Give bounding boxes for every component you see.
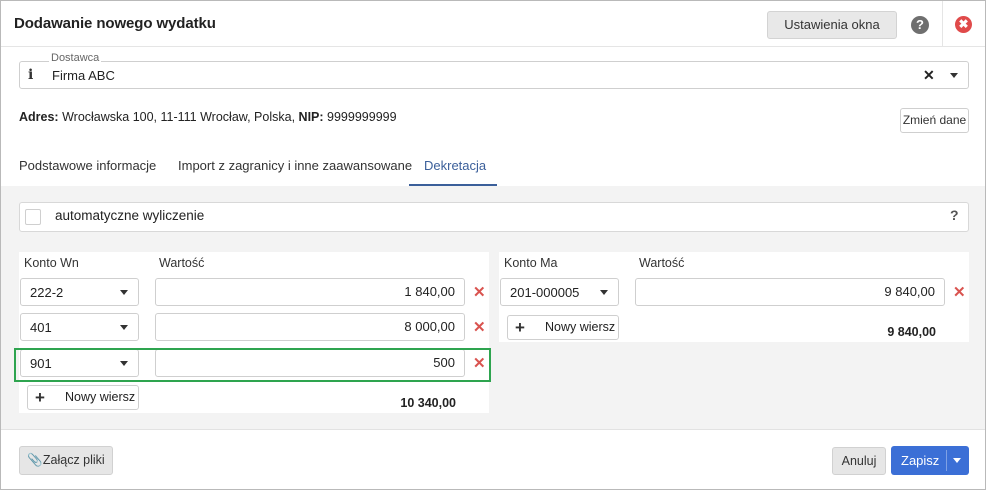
debit-account-header: Konto Wn bbox=[24, 256, 79, 270]
new-row-label: Nowy wiersz bbox=[545, 320, 616, 334]
expense-dialog: Dodawanie nowego wydatku Ustawienia okna… bbox=[0, 0, 986, 490]
credit-total: 9 840,00 bbox=[887, 325, 936, 339]
supplier-label: Dostawca bbox=[49, 52, 102, 64]
tab-basic-info[interactable]: Podstawowe informacje bbox=[19, 158, 156, 173]
chevron-down-icon bbox=[600, 290, 608, 295]
dialog-header: Dodawanie nowego wydatku Ustawienia okna… bbox=[1, 1, 985, 47]
dialog-title: Dodawanie nowego wydatku bbox=[14, 15, 216, 32]
nip-label: NIP: bbox=[298, 110, 324, 124]
address-label: Adres: bbox=[19, 110, 59, 124]
save-button[interactable]: Zapisz bbox=[891, 446, 969, 475]
tab-decretation[interactable]: Dekretacja bbox=[424, 158, 486, 173]
credit-account-header: Konto Ma bbox=[504, 256, 558, 270]
delete-row-icon[interactable]: ✕ bbox=[473, 318, 486, 336]
plus-icon: + bbox=[35, 388, 45, 407]
question-icon[interactable]: ? bbox=[950, 207, 959, 223]
debit-account-value: 401 bbox=[30, 320, 52, 335]
info-icon[interactable]: i bbox=[28, 67, 33, 83]
debit-account-select[interactable]: 401 bbox=[20, 313, 139, 341]
save-split-divider bbox=[946, 450, 947, 471]
auto-calc-label: automatyczne wyliczenie bbox=[55, 208, 205, 223]
auto-calc-checkbox[interactable] bbox=[25, 209, 41, 225]
plus-icon: + bbox=[515, 318, 525, 337]
credit-amount-input[interactable]: 9 840,00 bbox=[635, 278, 945, 306]
help-icon[interactable]: ? bbox=[911, 16, 929, 34]
credit-value-header: Wartość bbox=[639, 256, 685, 270]
chevron-down-icon bbox=[120, 325, 128, 330]
close-icon[interactable]: ✖ bbox=[955, 16, 972, 33]
debit-new-row-button[interactable]: + Nowy wiersz bbox=[27, 385, 139, 410]
credit-account-select[interactable]: 201-000005 bbox=[500, 278, 619, 306]
debit-total: 10 340,00 bbox=[400, 396, 456, 410]
save-label: Zapisz bbox=[901, 453, 940, 468]
chevron-down-icon[interactable] bbox=[950, 73, 958, 78]
nip-value: 9999999999 bbox=[327, 110, 397, 124]
change-data-button[interactable]: Zmień dane bbox=[900, 108, 969, 133]
debit-account-value: 222-2 bbox=[30, 285, 64, 300]
clear-supplier-icon[interactable]: ✕ bbox=[923, 67, 935, 84]
tab-import-advanced[interactable]: Import z zagranicy i inne zaawansowane bbox=[178, 158, 412, 173]
delete-row-icon[interactable]: ✕ bbox=[953, 283, 966, 301]
auto-calc-row: automatyczne wyliczenie ? bbox=[19, 202, 969, 232]
debit-value-header: Wartość bbox=[159, 256, 205, 270]
credit-new-row-button[interactable]: + Nowy wiersz bbox=[507, 315, 619, 340]
debit-account-select[interactable]: 222-2 bbox=[20, 278, 139, 306]
header-divider bbox=[942, 1, 943, 46]
cancel-button[interactable]: Anuluj bbox=[832, 447, 886, 475]
new-row-label: Nowy wiersz bbox=[65, 390, 136, 404]
window-settings-button[interactable]: Ustawienia okna bbox=[767, 11, 897, 39]
debit-amount-input[interactable]: 1 840,00 bbox=[155, 278, 465, 306]
address-value: Wrocławska 100, 11-111 Wrocław, Polska, bbox=[62, 110, 296, 124]
delete-row-icon[interactable]: ✕ bbox=[473, 283, 486, 301]
debit-amount-input[interactable]: 8 000,00 bbox=[155, 313, 465, 341]
supplier-value: Firma ABC bbox=[52, 68, 115, 83]
attach-files-label: Załącz pliki bbox=[42, 453, 105, 467]
supplier-address: Adres: Wrocławska 100, 11-111 Wrocław, P… bbox=[19, 110, 397, 124]
paperclip-icon: 📎 bbox=[27, 453, 43, 467]
chevron-down-icon bbox=[120, 290, 128, 295]
highlighted-row-frame bbox=[14, 348, 491, 382]
chevron-down-icon[interactable] bbox=[953, 458, 961, 463]
attach-files-button[interactable]: 📎Załącz pliki bbox=[19, 446, 113, 475]
credit-account-value: 201-000005 bbox=[510, 285, 580, 300]
supplier-select[interactable]: i Firma ABC ✕ bbox=[19, 61, 969, 89]
